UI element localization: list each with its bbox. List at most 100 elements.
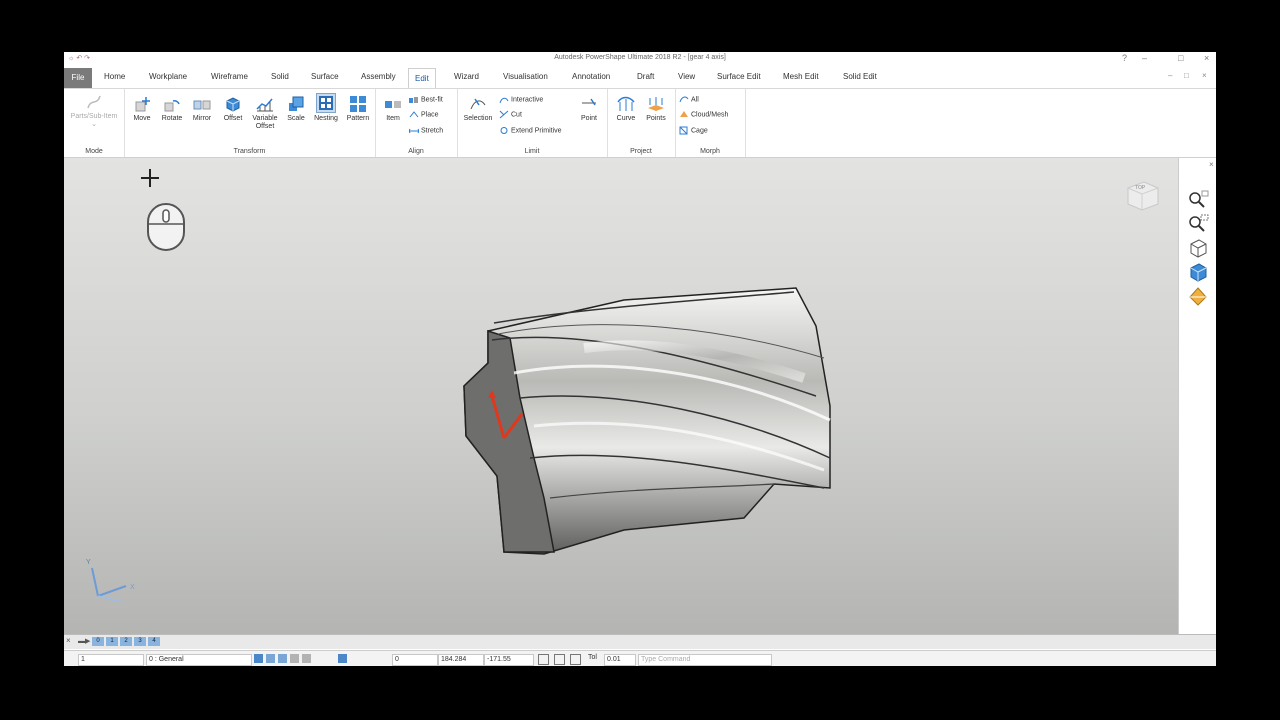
group-limit: Selection Interactive Cut Extend Primiti…: [457, 89, 608, 157]
interactive-button[interactable]: Interactive: [499, 95, 543, 104]
extend-primitive-button[interactable]: Extend Primitive: [499, 126, 562, 135]
view-toolbar: ×: [1178, 158, 1216, 634]
group-label-morph: Morph: [700, 148, 720, 155]
zoom-window-icon[interactable]: [1187, 214, 1209, 234]
limit-point-button[interactable]: Point: [575, 95, 603, 122]
group-label-project: Project: [630, 148, 652, 155]
limit-selection-button[interactable]: Selection: [461, 95, 495, 122]
help-icon[interactable]: ?: [1122, 53, 1127, 63]
offset-button[interactable]: Offset: [220, 95, 246, 122]
project-curve-icon: [617, 96, 635, 111]
ribbon-minimize-icon[interactable]: –: [1168, 71, 1172, 80]
tab-surface[interactable]: Surface: [311, 72, 339, 81]
group-label-mode: Mode: [85, 148, 103, 155]
align-item-button[interactable]: Item: [379, 95, 407, 122]
tab-annotation[interactable]: Annotation: [572, 72, 610, 81]
morph-cage-button[interactable]: Cage: [679, 126, 708, 135]
layers-status-icon[interactable]: [554, 654, 565, 665]
group-transform: Move Rotate Mirror Offset Variable Offse…: [124, 89, 376, 157]
graphics-viewport[interactable]: TOP Y X: [64, 158, 1178, 634]
rotate-icon: [164, 100, 180, 112]
project-points-button[interactable]: Points: [641, 95, 671, 122]
grid-snap-icon[interactable]: [266, 654, 275, 663]
tolerance-field[interactable]: 0.01: [604, 654, 636, 666]
calculator-icon[interactable]: [570, 654, 581, 665]
group-label-limit: Limit: [524, 148, 540, 155]
gear-model: [463, 287, 831, 555]
cut-button[interactable]: Cut: [499, 110, 522, 119]
layer-tab-0[interactable]: 0: [92, 637, 104, 646]
wireframe-view-icon[interactable]: [1187, 238, 1209, 258]
tab-solid[interactable]: Solid: [271, 72, 289, 81]
morph-all-button[interactable]: All: [679, 95, 699, 104]
pattern-icon: [350, 96, 366, 112]
tab-edit[interactable]: Edit: [408, 68, 436, 89]
variable-offset-icon: [256, 98, 273, 112]
morph-cloud-mesh-button[interactable]: Cloud/Mesh: [679, 110, 728, 119]
tab-assembly[interactable]: Assembly: [361, 72, 396, 81]
rotate-button[interactable]: Rotate: [159, 95, 185, 122]
move-button[interactable]: Move: [130, 95, 154, 122]
restore-icon[interactable]: □: [1178, 53, 1183, 63]
dimension-icon[interactable]: [302, 654, 311, 663]
project-curve-button[interactable]: Curve: [611, 95, 641, 122]
material-view-icon[interactable]: [1187, 286, 1209, 306]
command-input[interactable]: Type Command: [638, 654, 772, 666]
zoom-all-icon[interactable]: [1187, 190, 1209, 210]
tab-draft[interactable]: Draft: [637, 72, 654, 81]
tab-wizard[interactable]: Wizard: [454, 72, 479, 81]
scale-button[interactable]: Scale: [284, 95, 308, 122]
layer-tab-2[interactable]: 2: [120, 637, 132, 646]
nesting-button[interactable]: Nesting: [311, 93, 341, 122]
ribbon-panel: Parts/Sub-Item ⌄ Mode Move Rotate Mirror…: [64, 88, 1216, 158]
pattern-button[interactable]: Pattern: [343, 95, 373, 122]
command-close-icon[interactable]: ×: [66, 636, 71, 645]
place-button[interactable]: Place: [409, 110, 439, 119]
print-icon[interactable]: [290, 654, 299, 663]
ortho-icon[interactable]: [278, 654, 287, 663]
tab-wireframe[interactable]: Wireframe: [211, 72, 248, 81]
application-window: ☼ ↶ ↷ Autodesk PowerShape Ultimate 2018 …: [64, 52, 1216, 666]
mirror-icon: [193, 100, 211, 110]
shading-toggle-icon[interactable]: [338, 654, 347, 663]
layer-tab-3[interactable]: 3: [134, 637, 146, 646]
best-fit-button[interactable]: Best-fit: [409, 95, 443, 104]
wireframe-status-icon[interactable]: [538, 654, 549, 665]
tab-solid-edit[interactable]: Solid Edit: [843, 72, 877, 81]
place-icon: [409, 111, 419, 118]
stretch-icon: [409, 128, 419, 134]
ribbon-close-icon[interactable]: ×: [1202, 71, 1207, 80]
layer-tab-4[interactable]: 4: [148, 637, 160, 646]
shaded-view-icon[interactable]: [1187, 262, 1209, 282]
tab-view[interactable]: View: [678, 72, 695, 81]
y-coordinate-field[interactable]: -171.55: [484, 654, 534, 666]
panel-close-icon[interactable]: ×: [1209, 160, 1214, 169]
axis-y-label: Y: [86, 559, 91, 566]
dropdown-arrow-icon: ⌄: [91, 121, 97, 128]
level-selector[interactable]: 1: [78, 654, 144, 666]
minimize-icon[interactable]: –: [1142, 53, 1147, 63]
snap-icon[interactable]: [254, 654, 263, 663]
tab-workplane[interactable]: Workplane: [149, 72, 187, 81]
parts-subitem-button[interactable]: Parts/Sub-Item ⌄: [66, 93, 122, 128]
value-field[interactable]: 0: [392, 654, 438, 666]
tab-file[interactable]: File: [64, 68, 92, 88]
offset-cube-icon: [226, 97, 240, 112]
tab-visualisation[interactable]: Visualisation: [503, 72, 548, 81]
layer-tab-1[interactable]: 1: [106, 637, 118, 646]
stretch-button[interactable]: Stretch: [409, 126, 443, 135]
mirror-button[interactable]: Mirror: [189, 95, 215, 122]
window-title: Autodesk PowerShape Ultimate 2018 R2 - […: [554, 54, 726, 61]
tab-surface-edit[interactable]: Surface Edit: [717, 72, 761, 81]
tab-home[interactable]: Home: [104, 72, 125, 81]
workplane-selector[interactable]: 0 : General: [146, 654, 252, 666]
variable-offset-button[interactable]: Variable Offset: [248, 95, 282, 131]
close-icon[interactable]: ×: [1204, 53, 1209, 63]
group-project: Curve Points Project: [607, 89, 676, 157]
tab-mesh-edit[interactable]: Mesh Edit: [783, 72, 819, 81]
x-coordinate-field[interactable]: 184.284: [438, 654, 484, 666]
project-points-icon: [648, 97, 664, 111]
cut-icon: [499, 110, 509, 119]
axis-x-label: X: [130, 584, 135, 591]
ribbon-restore-icon[interactable]: □: [1184, 71, 1189, 80]
